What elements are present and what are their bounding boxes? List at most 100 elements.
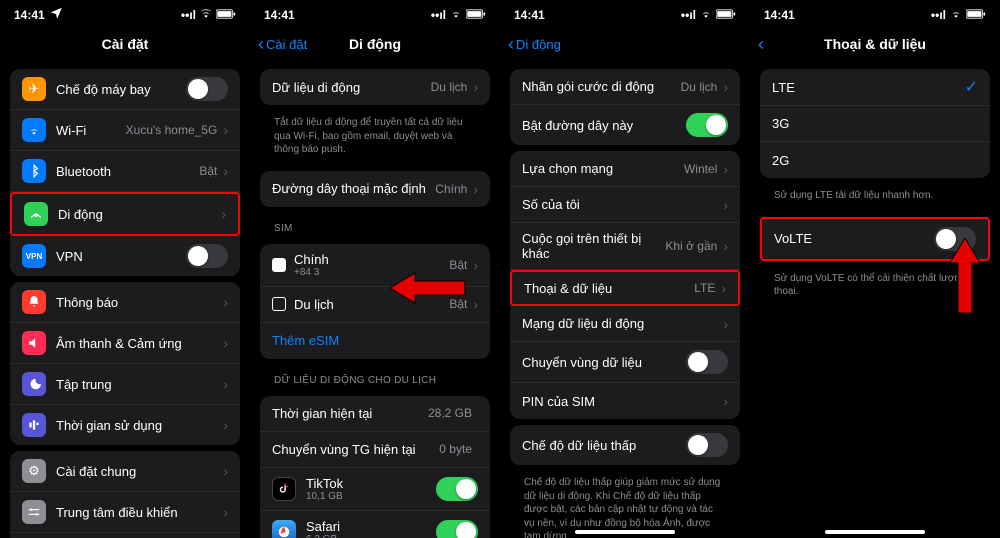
back-button[interactable]: ‹ Cài đặt [258, 35, 307, 53]
row-vpn[interactable]: VPN VPN [10, 236, 240, 276]
row-app-safari[interactable]: Safari 6,3 GB [260, 511, 490, 538]
row-mobile-data[interactable]: Dữ liệu di động Du lịch › [260, 69, 490, 105]
default-line-label: Đường dây thoại mặc định [272, 181, 435, 196]
battery-icon [716, 8, 736, 22]
safari-toggle[interactable] [436, 520, 478, 538]
row-lte[interactable]: LTE ✓ [760, 69, 990, 106]
network-label: Lựa chọn mạng [522, 161, 684, 176]
navbar: ‹ Di động [500, 25, 750, 63]
3g-label: 3G [772, 116, 978, 131]
notifications-icon [22, 290, 46, 314]
row-data-network[interactable]: Mạng dữ liệu di động › [510, 306, 740, 342]
home-indicator[interactable] [575, 530, 675, 534]
wifi-icon [699, 6, 713, 23]
row-focus[interactable]: Tập trung › [10, 364, 240, 405]
airplane-toggle[interactable] [186, 77, 228, 101]
row-sim-primary[interactable]: Chính +84 3 Bật › [260, 244, 490, 287]
vpn-toggle[interactable] [186, 244, 228, 268]
navbar: ‹ Thoại & dữ liệu [750, 25, 1000, 63]
row-current-period[interactable]: Thời gian hiện tại 28,2 GB [260, 396, 490, 432]
row-data-roaming[interactable]: Chuyển vùng dữ liệu [510, 342, 740, 383]
row-general[interactable]: ⚙ Cài đặt chung › [10, 451, 240, 492]
bluetooth-value: Bật [199, 164, 217, 178]
roaming-toggle[interactable] [686, 350, 728, 374]
page-title: Di động [349, 36, 401, 52]
row-voice-data[interactable]: Thoại & dữ liệu LTE › [510, 270, 740, 306]
row-display[interactable]: AA Màn hình & Độ sáng › [10, 533, 240, 538]
sim1-value: Bật [449, 258, 467, 272]
chevron-right-icon: › [223, 417, 228, 433]
row-bluetooth[interactable]: Bluetooth Bật › [10, 151, 240, 192]
row-low-data-mode[interactable]: Chế độ dữ liệu thấp [510, 425, 740, 465]
row-current-roaming[interactable]: Chuyển vùng TG hiện tại 0 byte [260, 432, 490, 468]
low-data-toggle[interactable] [686, 433, 728, 457]
row-airplane[interactable]: ✈ Chế độ máy bay [10, 69, 240, 110]
row-control-center[interactable]: Trung tâm điều khiển › [10, 492, 240, 533]
row-3g[interactable]: 3G [760, 106, 990, 142]
home-indicator[interactable] [825, 530, 925, 534]
other-devices-value: Khi ở gần [665, 239, 717, 253]
vpn-icon: VPN [22, 244, 46, 268]
row-sounds[interactable]: Âm thanh & Cảm ứng › [10, 323, 240, 364]
status-bar: 14:41 ••ıl [500, 0, 750, 25]
row-screentime[interactable]: Thời gian sử dụng › [10, 405, 240, 445]
row-volte[interactable]: VoLTE [762, 219, 988, 259]
currentperiod-label: Thời gian hiện tại [272, 406, 428, 421]
gear-icon: ⚙ [22, 459, 46, 483]
sim1-label: Chính [294, 252, 329, 267]
row-sim-travel[interactable]: Du lịch Bật › [260, 287, 490, 323]
row-sim-pin[interactable]: PIN của SIM › [510, 383, 740, 419]
status-time: 14:41 [514, 8, 545, 22]
plan-value: Du lịch [681, 80, 718, 94]
chevron-right-icon: › [723, 197, 728, 213]
row-network-selection[interactable]: Lựa chọn mạng Wintel › [510, 151, 740, 187]
row-2g[interactable]: 2G [760, 142, 990, 178]
chevron-right-icon: › [223, 294, 228, 310]
lte-label: LTE [772, 80, 965, 95]
mobile-data-value: Du lịch [431, 80, 468, 94]
row-turn-on-line[interactable]: Bật đường dây này [510, 105, 740, 145]
back-button[interactable]: ‹ [758, 35, 766, 53]
chevron-right-icon: › [473, 181, 478, 197]
turn-on-toggle[interactable] [686, 113, 728, 137]
row-my-number[interactable]: Số của tôi › [510, 187, 740, 223]
low-data-footer: Chế độ dữ liệu thấp giúp giảm mức sử dụn… [510, 471, 740, 538]
sim1-labelbox: Chính +84 3 [294, 252, 449, 278]
focus-label: Tập trung [56, 377, 223, 392]
tiktok-labelbox: TikTok 10,1 GB [306, 476, 436, 502]
my-number-label: Số của tôi [522, 197, 723, 212]
sim-outline-icon [272, 297, 286, 311]
row-plan-label[interactable]: Nhãn gói cước di động Du lịch › [510, 69, 740, 105]
row-add-esim[interactable]: Thêm eSIM [260, 323, 490, 359]
row-notifications[interactable]: Thông báo › [10, 282, 240, 323]
battery-icon [466, 8, 486, 22]
sounds-label: Âm thanh & Cảm ứng [56, 336, 223, 351]
sim-filled-icon [272, 258, 286, 272]
currentroaming-value: 0 byte [439, 442, 472, 456]
data-usage-header: DỮ LIỆU DI ĐỘNG CHO DU LỊCH [260, 365, 490, 390]
battery-icon [966, 8, 986, 22]
row-cellular[interactable]: Di động › [10, 192, 240, 236]
sim-header: SIM [260, 213, 490, 238]
tiktok-toggle[interactable] [436, 477, 478, 501]
row-calls-other-devices[interactable]: Cuộc gọi trên thiết bị khác Khi ở gần › [510, 223, 740, 270]
lte-footer: Sử dụng LTE tải dữ liệu nhanh hơn. [760, 184, 990, 211]
back-label: Di động [516, 37, 561, 52]
cell-icon: ••ıl [431, 8, 446, 22]
volte-footer: Sử dụng VoLTE có thể cải thiện chất lượn… [760, 267, 990, 307]
row-wifi[interactable]: Wi-Fi Xucu's home_5G › [10, 110, 240, 151]
chevron-left-icon: ‹ [508, 35, 514, 53]
chevron-right-icon: › [721, 280, 726, 296]
cell-icon: ••ıl [931, 8, 946, 22]
safari-labelbox: Safari 6,3 GB [306, 519, 436, 538]
cellular-icon [24, 202, 48, 226]
volte-toggle[interactable] [934, 227, 976, 251]
chevron-left-icon: ‹ [758, 35, 764, 53]
vpn-label: VPN [56, 249, 186, 264]
row-app-tiktok[interactable]: TikTok 10,1 GB [260, 468, 490, 511]
bluetooth-icon [22, 159, 46, 183]
row-default-voice-line[interactable]: Đường dây thoại mặc định Chính › [260, 171, 490, 207]
page-title: Thoại & dữ liệu [824, 36, 926, 52]
notifications-label: Thông báo [56, 295, 223, 310]
back-button[interactable]: ‹ Di động [508, 35, 561, 53]
